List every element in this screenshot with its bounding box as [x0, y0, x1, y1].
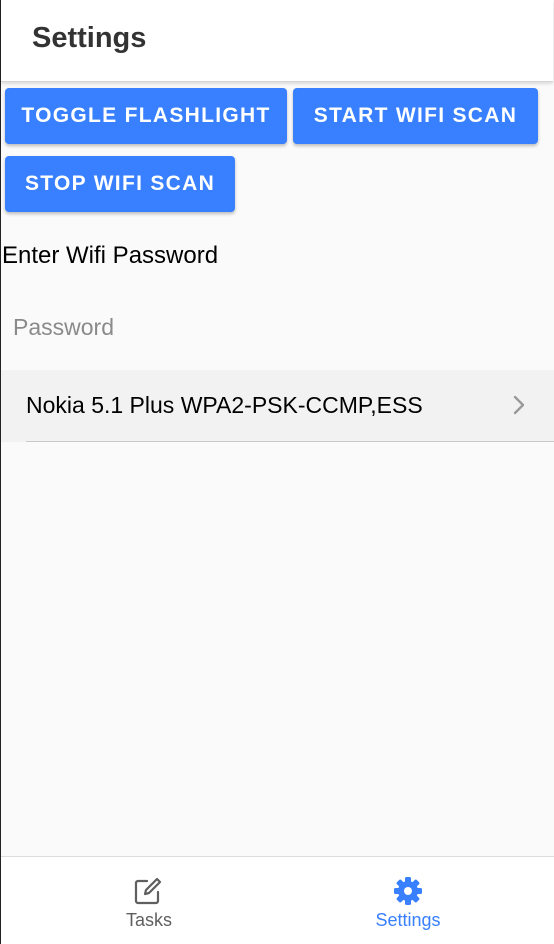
stop-wifi-scan-button[interactable]: STOP WIFI SCAN: [5, 156, 235, 212]
tab-bar: Tasks Settings: [1, 856, 554, 944]
tab-tasks[interactable]: Tasks: [11, 857, 287, 944]
tab-tasks-label: Tasks: [125, 910, 172, 930]
edit-icon: [134, 877, 162, 905]
network-list-item[interactable]: Nokia 5.1 Plus WPA2-PSK-CCMP,ESS: [1, 370, 554, 442]
toggle-flashlight-button[interactable]: TOGGLE FLASHLIGHT: [5, 88, 287, 144]
password-label: Enter Wifi Password: [2, 242, 219, 269]
network-label: Nokia 5.1 Plus WPA2-PSK-CCMP,ESS: [26, 392, 423, 418]
list-divider: [26, 441, 554, 442]
tab-settings[interactable]: Settings: [270, 857, 546, 944]
header-bar: Settings: [1, 0, 553, 82]
start-wifi-scan-button[interactable]: START WIFI SCAN: [293, 88, 538, 144]
tab-settings-label: Settings: [375, 910, 441, 930]
password-input[interactable]: [13, 306, 543, 348]
gear-icon: [394, 877, 422, 905]
page-title: Settings: [32, 22, 147, 54]
app-root: Settings TOGGLE FLASHLIGHT START WIFI SC…: [0, 0, 554, 944]
chevron-right-icon: [513, 395, 525, 415]
